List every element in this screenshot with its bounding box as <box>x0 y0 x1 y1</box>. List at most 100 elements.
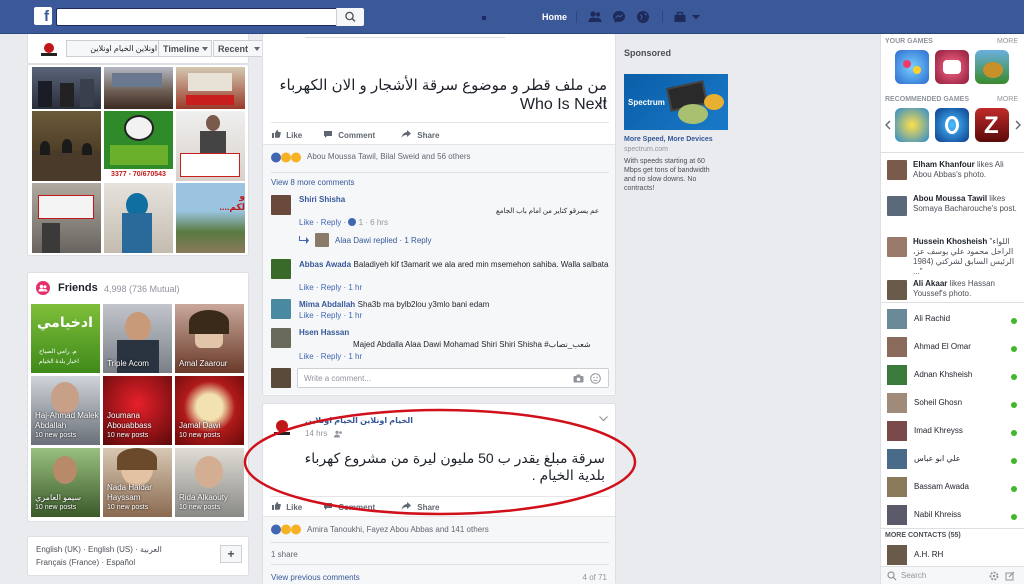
comment-author[interactable]: Shiri Shisha <box>299 195 345 204</box>
comment-actions[interactable]: Like · Reply · 1 · 6 hrs <box>299 218 388 227</box>
ad-image[interactable]: Spectrum <box>624 74 728 130</box>
shares-count[interactable]: 1 share <box>271 550 298 559</box>
avatar[interactable] <box>271 299 291 319</box>
comment-actions-text[interactable]: Like · Reply · 1 hr <box>299 283 362 292</box>
comment-button[interactable]: Comment <box>323 129 375 140</box>
friend-tile[interactable]: ادخيامي م. رامي الصياح اخبار بلدة الخيام <box>31 304 100 373</box>
comment-actions-text[interactable]: Like · Reply · 1 hr <box>299 352 362 361</box>
ticker-item[interactable]: Ali Akaar likes Hassan Youssef's photo. <box>913 279 1021 299</box>
friend-tile[interactable]: Rida Alkaouty 10 new posts <box>175 448 244 517</box>
chat-contact[interactable]: Ali Rachid <box>887 306 1021 330</box>
view-more-comments-link[interactable]: View 8 more comments <box>271 178 354 187</box>
like-button[interactable]: Like <box>271 129 302 140</box>
friend-tile[interactable]: Nada Haidar Hayssam 10 new posts <box>103 448 172 517</box>
facebook-logo[interactable]: f <box>34 7 52 25</box>
ticker-item[interactable]: Abou Moussa Tawil likes Somaya Bacharouc… <box>913 194 1021 214</box>
avatar[interactable] <box>887 280 907 300</box>
game-icon[interactable] <box>935 108 969 142</box>
quick-help-icon[interactable] <box>673 10 687 24</box>
comment-author[interactable]: Abbas Awada <box>299 260 351 269</box>
ad-title[interactable]: More Speed, More Devices <box>624 136 734 143</box>
avatar[interactable] <box>887 237 907 257</box>
replies-link[interactable]: Alaa Dawi replied · 1 Reply <box>335 236 432 245</box>
more-recommended-link[interactable]: MORE <box>997 96 1018 103</box>
chevron-left-icon[interactable] <box>885 120 891 130</box>
game-icon[interactable]: Z <box>975 108 1009 142</box>
photo-tile[interactable]: 3377 - 70/670543 <box>104 111 173 181</box>
gear-icon[interactable] <box>989 571 999 581</box>
avatar[interactable] <box>271 259 291 279</box>
reactions-icons[interactable] <box>271 524 303 537</box>
game-icon[interactable] <box>895 108 929 142</box>
chat-contact[interactable]: Bassam Awada <box>887 474 1021 498</box>
chat-contact[interactable]: Imad Khreyss <box>887 418 1021 442</box>
friend-tile[interactable]: Amal Zaarour <box>175 304 244 373</box>
comment-icon <box>324 131 332 138</box>
friend-tile[interactable]: Triple Acom <box>103 304 172 373</box>
friend-tile[interactable]: Joumana Abouabbass 10 new posts <box>103 376 172 445</box>
emoji-icon[interactable] <box>590 373 601 384</box>
chat-contact[interactable]: Soheil Ghosn <box>887 390 1021 414</box>
game-icon[interactable] <box>895 50 929 84</box>
comment-actions[interactable]: Like · Reply · 1 hr <box>299 352 362 361</box>
camera-icon[interactable] <box>573 374 584 383</box>
avatar[interactable] <box>271 328 291 348</box>
photo-tile[interactable] <box>32 183 101 253</box>
friend-requests-icon[interactable] <box>588 10 602 24</box>
timeline-button[interactable]: Timeline <box>158 40 212 57</box>
comment-actions[interactable]: Like · Reply · 1 hr <box>299 311 362 320</box>
comment-actions-text[interactable]: Like · Reply · 1 hr <box>299 311 362 320</box>
friend-name-text: سيمو العامري <box>35 493 82 502</box>
page-logo[interactable] <box>38 40 60 58</box>
reactions-summary[interactable]: Abou Moussa Tawil, Bilal Sweid and 56 ot… <box>307 152 471 161</box>
share-button[interactable]: Share <box>401 129 439 140</box>
chat-contact[interactable]: علي ابو عباس <box>887 446 1021 470</box>
languages-line-2[interactable]: Français (France) · Español <box>36 558 135 567</box>
friends-title[interactable]: Friends <box>58 282 98 294</box>
avatar[interactable] <box>271 195 291 215</box>
add-language-button[interactable]: + <box>220 545 242 563</box>
search-input[interactable] <box>56 8 364 26</box>
photo-tile[interactable] <box>176 111 245 181</box>
reactions-icons[interactable] <box>271 152 303 165</box>
view-previous-comments-link[interactable]: View previous comments <box>271 573 360 582</box>
photo-tile[interactable] <box>32 67 101 109</box>
friend-tile[interactable]: سيمو العامري 10 new posts <box>31 448 100 517</box>
chat-contact[interactable]: Ahmad El Omar <box>887 334 1021 358</box>
comment-author[interactable]: Mima Abdallah <box>299 300 355 309</box>
photo-tile[interactable] <box>176 67 245 109</box>
ad-domain[interactable]: spectrum.com <box>624 146 668 153</box>
photo-tile[interactable] <box>104 183 173 253</box>
new-group-edit-icon[interactable] <box>1005 571 1015 581</box>
chat-contact[interactable]: Adnan Khsheish <box>887 362 1021 386</box>
reactions-summary[interactable]: Amira Tanoukhi, Fayez Abou Abbas and 141… <box>307 525 489 534</box>
photo-tile[interactable] <box>32 111 101 181</box>
comment-author[interactable]: Hsen Hassan <box>299 328 349 337</box>
comment-actions-text[interactable]: Like · Reply · <box>299 218 348 227</box>
globe-notifications-icon[interactable] <box>636 10 650 24</box>
game-icon[interactable] <box>975 50 1009 84</box>
ticker-item[interactable]: Elham Khanfour likes Ali Abou Abbas's ph… <box>913 160 1021 180</box>
ticker-item[interactable]: Hussein Khosheish "اللواء الراحل محمود ع… <box>913 237 1021 277</box>
recent-button[interactable]: Recent <box>213 40 264 57</box>
friend-tile[interactable]: Jamal Dawi 10 new posts <box>175 376 244 445</box>
chat-contact[interactable]: Nabil Khreiss <box>887 502 1021 526</box>
avatar[interactable] <box>315 233 329 247</box>
chat-contact[interactable]: A.H. RH <box>887 542 1021 566</box>
search-button[interactable] <box>336 8 364 26</box>
photo-tile[interactable]: و لكم.... <box>176 183 245 253</box>
account-menu-chevron-down-icon[interactable] <box>689 10 703 24</box>
comment-actions[interactable]: Like · Reply · 1 hr <box>299 283 362 292</box>
messenger-icon[interactable] <box>612 10 626 24</box>
chat-search-bar[interactable]: Search <box>881 566 1024 584</box>
chevron-right-icon[interactable] <box>1015 120 1021 130</box>
game-icon[interactable] <box>935 50 969 84</box>
languages-line-1[interactable]: English (UK) · English (US) · العربية <box>36 545 162 554</box>
write-comment-input[interactable]: Write a comment... <box>297 368 609 388</box>
more-games-link[interactable]: MORE <box>997 38 1018 45</box>
photo-tile[interactable] <box>104 67 173 109</box>
avatar[interactable] <box>887 196 907 216</box>
home-link[interactable]: Home <box>542 12 567 22</box>
friend-tile[interactable]: Haj-Ahmad Malek Abdallah 10 new posts <box>31 376 100 445</box>
avatar[interactable] <box>887 160 907 180</box>
